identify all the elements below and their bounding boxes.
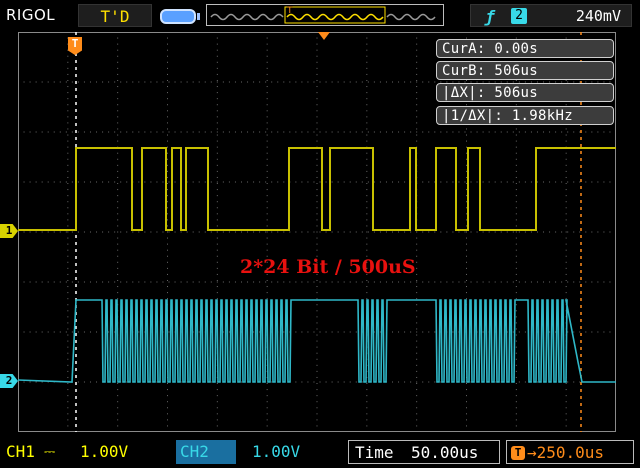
trigger-offset-box[interactable]: T →250.0us bbox=[506, 440, 634, 464]
ch1-label[interactable]: CH1 bbox=[6, 440, 35, 464]
trigger-offset-value: →250.0us bbox=[527, 443, 605, 462]
timebase-box[interactable]: Time 50.00us bbox=[348, 440, 500, 464]
top-status-bar: RIGOL T'D T ƒ 2 240mV bbox=[0, 0, 640, 32]
inverse-delta-x-readout: |1/ΔX|: 1.98kHz bbox=[436, 106, 614, 125]
ch2-label-text: CH2 bbox=[180, 442, 209, 461]
rising-edge-icon: ƒ bbox=[485, 7, 495, 26]
memory-overview-strip[interactable]: T bbox=[206, 4, 444, 26]
trigger-position-marker[interactable] bbox=[318, 32, 330, 40]
channel-1-offset-marker[interactable]: 1 bbox=[0, 224, 18, 238]
annotation-text: 2*24 Bit / 500uS bbox=[240, 256, 416, 278]
channel-2-offset-marker[interactable]: 2 bbox=[0, 374, 18, 388]
battery-tip bbox=[197, 13, 200, 20]
ch2-vertical-scale[interactable]: 1.00V bbox=[252, 440, 300, 464]
trigger-offset-icon: T bbox=[511, 446, 525, 460]
dc-coupling-icon: ⎓ bbox=[44, 444, 56, 460]
trigger-source-badge: 2 bbox=[511, 8, 527, 24]
trigger-level: 240mV bbox=[575, 7, 621, 25]
ch2-label[interactable]: CH2 ⎓ bbox=[176, 440, 397, 464]
brand-logo: RIGOL bbox=[6, 6, 56, 24]
cursor-a-readout: CurA: 0.00s bbox=[436, 39, 614, 58]
cursor-b-readout: CurB: 506us bbox=[436, 61, 614, 80]
timebase-scale: 50.00us bbox=[411, 443, 479, 462]
ch1-vertical-scale[interactable]: 1.00V bbox=[80, 440, 128, 464]
svg-text:T: T bbox=[286, 6, 293, 16]
bottom-status-bar: CH1 ⎓ 1.00V CH2 ⎓ 1.00V Time 50.00us T→2… bbox=[0, 436, 640, 468]
run-status[interactable]: T'D bbox=[78, 4, 152, 27]
time-label: Time bbox=[355, 443, 394, 462]
delta-x-readout: |ΔX|: 506us bbox=[436, 83, 614, 102]
trigger-info-box[interactable]: ƒ 2 240mV bbox=[470, 4, 632, 27]
memory-waveform-preview: T bbox=[210, 6, 436, 24]
battery-icon bbox=[160, 9, 196, 24]
